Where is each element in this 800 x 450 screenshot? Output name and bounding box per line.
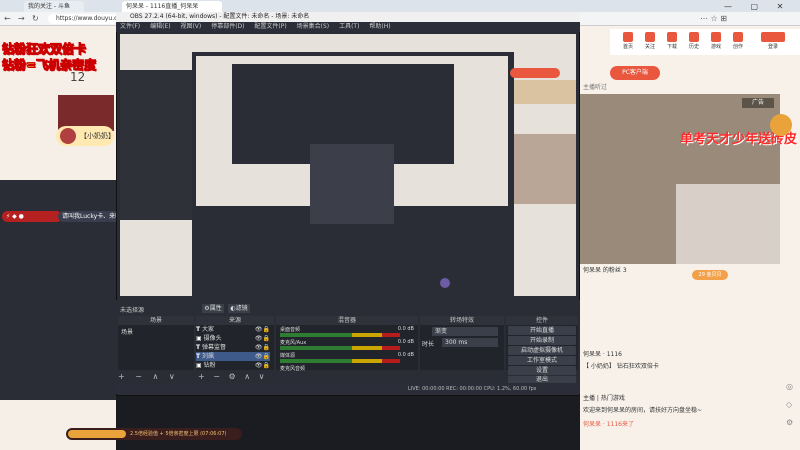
nav-history[interactable]: 历史	[686, 32, 702, 50]
mixer-channel[interactable]: 麦克风/Aux 0.0 dB	[276, 339, 418, 352]
keyboard-image	[676, 184, 780, 264]
start-recording-button[interactable]: 开始录制	[508, 336, 576, 345]
audio-meter	[280, 359, 400, 363]
properties-button[interactable]: ⚙属性	[202, 304, 224, 313]
nav-download[interactable]: 下载	[664, 32, 680, 50]
menu-file[interactable]: 文件(F)	[120, 23, 140, 30]
studio-mode-button[interactable]: 工作室模式	[508, 356, 576, 365]
preview-left-panel	[120, 70, 192, 220]
chat-message-text: 请叫我Lucky卡、来啦	[62, 213, 122, 220]
refresh-icon[interactable]: ↻	[32, 14, 39, 24]
promo-line-2: 钻粉=飞机亲密度	[1, 58, 97, 73]
side-tools[interactable]: ◎ ◇ ⚙	[786, 378, 796, 432]
source-row[interactable]: T 大家 👁🔒	[196, 325, 270, 334]
ad-label: 广告	[742, 98, 774, 108]
virtual-camera-button[interactable]: 启动虚拟摄像机	[508, 346, 576, 355]
preview-pc-button	[510, 68, 560, 78]
extensions-icon[interactable]: ⋯ ☆ ⊞	[700, 14, 727, 24]
chat-line-2: 何呆呆 · 1116	[583, 351, 622, 358]
menu-edit[interactable]: 编辑(E)	[150, 23, 170, 30]
settings-button[interactable]: 设置	[508, 366, 576, 375]
nav-create[interactable]: 创作	[730, 32, 746, 50]
source-row[interactable]: T 刘飙 👁🔒	[196, 352, 270, 361]
obs-preview[interactable]	[120, 34, 576, 296]
transitions-header: 转场特效	[420, 316, 504, 325]
url-field[interactable]: https://www.douyu.com/5	[48, 14, 118, 24]
window-controls[interactable]: — ▢ ✕	[720, 1, 800, 12]
browser-tab-bar: 我的关注 - 斗鱼 何呆呆 - 1116直播_何呆呆 — ▢ ✕	[0, 0, 800, 12]
chat-line-5: 欢迎来到何呆呆的房间，请扶好方向盘坐稳~	[583, 407, 703, 414]
preview-floating-icon	[440, 278, 450, 288]
menu-docks[interactable]: 停靠部件(D)	[211, 23, 244, 30]
source-row[interactable]: T 弹幕监督 👁🔒	[196, 343, 270, 352]
menu-help[interactable]: 帮助(H)	[369, 23, 390, 30]
obs-status-bar: LIVE: 00:00:00 REC: 00:00:00 CPU: 1.2%, …	[116, 384, 580, 394]
nested-obs-mixer	[310, 144, 394, 224]
chat-line-3: 【 小奶奶】 钻石狂欢双倍卡	[583, 363, 659, 370]
chat-line-4: 主播 | 热门游戏	[583, 395, 625, 402]
nav-home[interactable]: 首页	[620, 32, 636, 50]
user-chip[interactable]: 【小奶奶】	[56, 126, 115, 146]
source-row[interactable]: ▣ 摄像头 👁🔒	[196, 334, 270, 343]
chat-line-6: 何呆呆 · 1116来了	[583, 421, 634, 428]
source-row[interactable]: ▣ 钻粉 👁🔒	[196, 361, 270, 370]
avatar	[60, 128, 76, 144]
bonus-bar: 2.5倍经验值 + 5倍亲密度上限 (07:06:07)	[66, 428, 242, 440]
menu-view[interactable]: 视图(V)	[180, 23, 201, 30]
user-name: 【小奶奶】	[80, 132, 115, 140]
mixer-channel[interactable]: 媒体源 0.0 dB	[276, 352, 418, 365]
mixer-channel[interactable]: 麦克风音频	[276, 365, 418, 378]
mixer-channel[interactable]: 桌面音频 0.0 dB	[276, 326, 418, 339]
scenes-header: 场景	[118, 316, 194, 325]
host-hint: 主播听过	[583, 84, 608, 91]
tab-1-label: 我的关注 - 斗鱼	[28, 3, 70, 10]
duration-label: 时长	[422, 341, 435, 348]
preview-keyboard	[514, 134, 576, 204]
audio-meter	[280, 346, 400, 350]
stream-video[interactable]: 广告	[580, 94, 780, 264]
sources-header: 来源	[196, 316, 274, 325]
tab-2-label: 何呆呆 - 1116直播_何呆呆	[126, 3, 199, 10]
bonus-pill	[68, 430, 126, 438]
obs-menu-bar: 文件(F) 编辑(E) 视图(V) 停靠部件(D) 配置文件(P) 场景集合(S…	[116, 22, 580, 32]
preview-banner	[514, 80, 576, 104]
pc-client-button[interactable]: PC客户端	[610, 66, 660, 80]
menu-scene-collection[interactable]: 场景集合(S)	[297, 23, 330, 30]
start-streaming-button[interactable]: 开始直播	[508, 326, 576, 335]
menu-profile[interactable]: 配置文件(P)	[254, 23, 286, 30]
obs-title: OBS 27.2.4 (64-bit, windows) - 配置文件: 未命名…	[116, 12, 580, 22]
audio-meter	[280, 333, 400, 337]
activity-icon[interactable]	[770, 114, 792, 136]
bonus-text: 2.5倍经验值 + 5倍亲密度上限 (07:06:07)	[130, 431, 227, 437]
promo-line-1: 钻粉狂欢双倍卡	[1, 42, 87, 57]
new-tab-button[interactable]	[226, 1, 234, 12]
back-icon[interactable]: ←	[4, 14, 11, 24]
nav-follow[interactable]: 关注	[642, 32, 658, 50]
follower-tag: 29 金贝贝	[692, 270, 728, 280]
filters-button[interactable]: ◐滤镜	[228, 304, 250, 313]
source-toolbar[interactable]: + − ⚙ ∧ ∨	[198, 372, 274, 381]
transition-select[interactable]: 渐变	[432, 327, 498, 336]
controls-header: 控件	[506, 316, 578, 325]
scenes-list: 场景	[118, 325, 194, 370]
scene-toolbar[interactable]: + − ∧ ∨	[118, 372, 194, 381]
tab-2[interactable]: 何呆呆 - 1116直播_何呆呆	[122, 1, 222, 12]
duration-field[interactable]: 300 ms	[442, 338, 498, 347]
no-source-label: 未选择源	[120, 307, 145, 314]
nav-login[interactable]: 登录	[758, 32, 788, 50]
mixer-header: 混音器	[276, 316, 418, 325]
scene-item[interactable]: 场景	[118, 325, 194, 338]
nav-game[interactable]: 游戏	[708, 32, 724, 50]
menu-tools[interactable]: 工具(T)	[339, 23, 359, 30]
forward-icon[interactable]: →	[18, 14, 25, 24]
transitions-panel: 渐变 时长 300 ms	[420, 325, 504, 370]
exit-button[interactable]: 退出	[508, 376, 576, 383]
user-badge: ⚡ ◆ ●	[2, 211, 62, 222]
tab-1[interactable]: 我的关注 - 斗鱼	[24, 1, 84, 12]
douyu-nav: 首页 关注 下载 历史 游戏 创作 登录	[610, 29, 800, 55]
chat-line-1: 何呆呆 的粉丝 3	[583, 267, 627, 274]
